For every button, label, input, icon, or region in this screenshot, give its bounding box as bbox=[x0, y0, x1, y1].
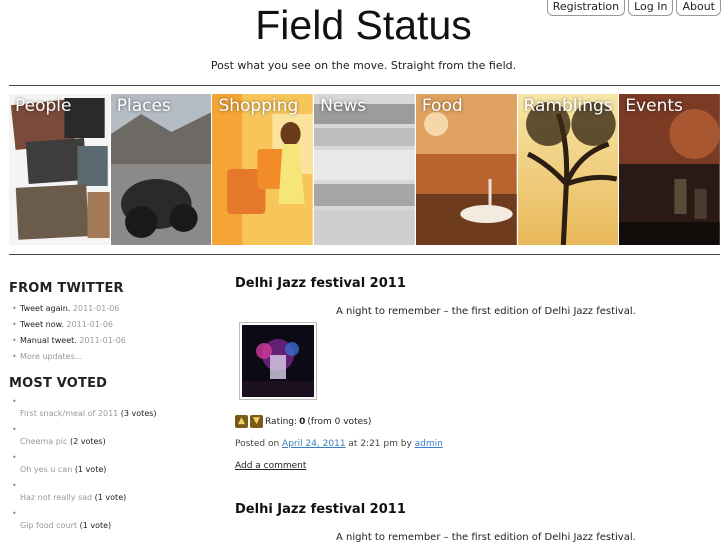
thumbs-down-icon[interactable]: ▼ bbox=[250, 415, 263, 428]
tweet-text: Tweet again. bbox=[20, 304, 71, 313]
site-tagline: Post what you see on the move. Straight … bbox=[210, 59, 517, 72]
shopping-illustration-image bbox=[212, 94, 314, 245]
post-date-link[interactable]: April 24, 2011 bbox=[282, 439, 346, 449]
post: Delhi Jazz festival 2011 A night to reme… bbox=[235, 276, 720, 502]
category-label: Shopping bbox=[218, 96, 299, 116]
category-label: Events bbox=[625, 96, 683, 116]
places-motorbike-image bbox=[110, 94, 212, 245]
voted-title: First snack/meal of 2011 bbox=[20, 409, 119, 418]
most-voted-item[interactable]: Cheema pic (2 votes) bbox=[9, 425, 209, 455]
ramblings-tree-image bbox=[517, 94, 619, 245]
most-voted-item[interactable]: First snack/meal of 2011 (3 votes) bbox=[9, 397, 209, 427]
tweet-date: 2011-01-06 bbox=[66, 320, 114, 329]
post: Delhi Jazz festival 2011 A night to reme… bbox=[235, 502, 720, 543]
more-updates-link[interactable]: More updates... bbox=[9, 352, 209, 362]
vote-count: (1 vote) bbox=[79, 521, 112, 530]
voted-title: Haz not really sad bbox=[20, 493, 93, 502]
add-comment-link[interactable]: Add a comment bbox=[235, 461, 306, 471]
concert-thumbnail-image bbox=[242, 325, 314, 397]
rating-label: Rating: bbox=[265, 416, 298, 427]
voted-title: Gip food court bbox=[20, 521, 78, 530]
post-meta: Posted on April 24, 2011 at 2:21 pm by a… bbox=[235, 439, 443, 449]
post-thumbnail[interactable] bbox=[239, 322, 317, 400]
header-divider bbox=[9, 85, 720, 86]
category-label: Ramblings bbox=[523, 96, 613, 116]
twitter-list: Tweet again. 2011-01-06 Tweet now. 2011-… bbox=[9, 304, 209, 362]
vote-count: (2 votes) bbox=[69, 437, 106, 446]
tweet-item[interactable]: Tweet now. 2011-01-06 bbox=[9, 320, 209, 330]
twitter-heading: FROM TWITTER bbox=[9, 281, 124, 296]
category-label: People bbox=[15, 96, 72, 116]
category-people[interactable]: People bbox=[9, 94, 110, 245]
news-newspapers-image bbox=[314, 94, 415, 245]
category-label: News bbox=[320, 96, 367, 116]
tweet-text: Manual tweet. bbox=[20, 336, 77, 345]
events-concert-image bbox=[619, 94, 721, 245]
tweet-date: 2011-01-06 bbox=[79, 336, 126, 345]
thumbs-up-icon[interactable]: ▲ bbox=[235, 415, 248, 428]
post-excerpt: A night to remember – the first edition … bbox=[336, 532, 636, 543]
category-label: Places bbox=[116, 96, 171, 116]
tweet-date: 2011-01-06 bbox=[72, 304, 120, 313]
people-collage-image bbox=[9, 94, 110, 245]
vote-count: (3 votes) bbox=[120, 409, 157, 418]
rating-value: 0 bbox=[299, 416, 306, 427]
header-divider-bottom bbox=[9, 254, 720, 255]
most-voted-item[interactable]: Oh yes u can (1 vote) bbox=[9, 453, 209, 483]
post-author-link[interactable]: admin bbox=[415, 439, 443, 449]
category-places[interactable]: Places bbox=[110, 94, 212, 245]
voted-title: Cheema pic bbox=[20, 437, 68, 446]
most-voted-item[interactable]: Haz not really sad (1 vote) bbox=[9, 481, 209, 511]
category-shopping[interactable]: Shopping bbox=[212, 94, 314, 245]
post-excerpt: A night to remember – the first edition … bbox=[336, 306, 636, 317]
tweet-item[interactable]: Manual tweet. 2011-01-06 bbox=[9, 336, 209, 346]
tweet-text: Tweet now. bbox=[20, 320, 64, 329]
tweet-item[interactable]: Tweet again. 2011-01-06 bbox=[9, 304, 209, 314]
category-food[interactable]: Food bbox=[415, 94, 517, 245]
post-rating: ▲ ▼ Rating: 0 (from 0 votes) bbox=[235, 415, 371, 428]
sidebar: FROM TWITTER Tweet again. 2011-01-06 Twe… bbox=[9, 281, 209, 539]
vote-count: (1 vote) bbox=[74, 465, 107, 474]
voted-title: Oh yes u can bbox=[20, 465, 73, 474]
most-voted-list: First snack/meal of 2011 (3 votes) Cheem… bbox=[9, 397, 209, 539]
most-voted-item[interactable]: Gip food court (1 vote) bbox=[9, 509, 209, 539]
main-content: Delhi Jazz festival 2011 A night to reme… bbox=[235, 276, 720, 543]
category-ramblings[interactable]: Ramblings bbox=[517, 94, 619, 245]
category-events[interactable]: Events bbox=[619, 94, 721, 245]
site-title[interactable]: Field Status bbox=[0, 2, 727, 48]
post-title[interactable]: Delhi Jazz festival 2011 bbox=[235, 502, 720, 517]
posted-on-label: Posted on bbox=[235, 439, 280, 449]
most-voted-heading: MOST VOTED bbox=[9, 376, 108, 391]
category-label: Food bbox=[421, 96, 463, 116]
post-title[interactable]: Delhi Jazz festival 2011 bbox=[235, 276, 720, 291]
rating-note: (from 0 votes) bbox=[307, 416, 372, 427]
category-news[interactable]: News bbox=[314, 94, 415, 245]
vote-count: (1 vote) bbox=[94, 493, 127, 502]
category-strip: People Places Shopping News Food Ramblin… bbox=[9, 94, 721, 245]
food-restaurant-image bbox=[415, 94, 517, 245]
post-time: at 2:21 pm by bbox=[348, 439, 412, 449]
